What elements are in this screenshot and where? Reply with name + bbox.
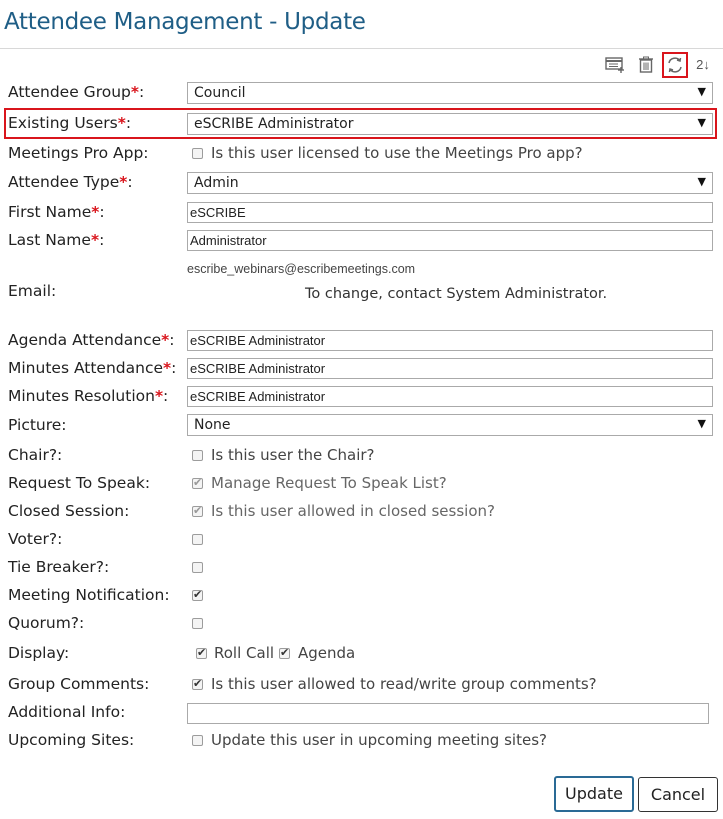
additional-info-input[interactable] bbox=[187, 703, 709, 724]
trash-icon[interactable] bbox=[635, 54, 657, 76]
quorum-checkbox[interactable] bbox=[192, 618, 203, 629]
dropdown-arrow-icon: ▼ bbox=[697, 85, 706, 98]
dropdown-arrow-icon: ▼ bbox=[697, 417, 706, 430]
last-name-input[interactable]: Administrator bbox=[187, 230, 713, 251]
meetings-pro-app-label: Meetings Pro App: bbox=[8, 144, 149, 162]
first-name-label: First Name*: bbox=[8, 203, 105, 221]
picture-select[interactable]: None ▼ bbox=[187, 414, 713, 436]
chair-label: Chair?: bbox=[8, 446, 63, 464]
upcoming-sites-label: Upcoming Sites: bbox=[8, 731, 135, 749]
email-label: Email: bbox=[8, 282, 57, 300]
closed-session-label: Closed Session: bbox=[8, 502, 130, 520]
meeting-notification-checkbox[interactable]: ✔ bbox=[192, 590, 203, 601]
quorum-label: Quorum?: bbox=[8, 614, 85, 632]
email-value: escribe_webinars@escribemeetings.com bbox=[187, 262, 416, 276]
agenda-checkbox[interactable]: ✔ bbox=[279, 648, 290, 659]
existing-users-select[interactable]: eSCRIBE Administrator ▼ bbox=[187, 113, 713, 135]
dropdown-arrow-icon: ▼ bbox=[697, 175, 706, 188]
attendee-type-select[interactable]: Admin ▼ bbox=[187, 172, 713, 194]
agenda-attendance-label: Agenda Attendance*: bbox=[8, 331, 175, 349]
minutes-attendance-label: Minutes Attendance*: bbox=[8, 359, 177, 377]
agenda-text: Agenda bbox=[298, 644, 356, 662]
request-to-speak-text: Manage Request To Speak List? bbox=[211, 474, 447, 492]
minutes-resolution-label: Minutes Resolution*: bbox=[8, 387, 169, 405]
upcoming-sites-checkbox[interactable] bbox=[192, 735, 203, 746]
chair-checkbox[interactable] bbox=[192, 450, 203, 461]
attendee-group-select[interactable]: Council ▼ bbox=[187, 82, 713, 104]
group-comments-text: Is this user allowed to read/write group… bbox=[211, 675, 597, 693]
add-list-icon[interactable] bbox=[604, 54, 626, 76]
agenda-attendance-input[interactable]: eSCRIBE Administrator bbox=[187, 330, 713, 351]
dropdown-arrow-icon: ▼ bbox=[697, 116, 706, 129]
request-to-speak-checkbox[interactable]: ✔ bbox=[192, 478, 203, 489]
sort-icon-text: 2↓ bbox=[696, 57, 710, 72]
tie-breaker-checkbox[interactable] bbox=[192, 562, 203, 573]
closed-session-text: Is this user allowed in closed session? bbox=[211, 502, 495, 520]
voter-checkbox[interactable] bbox=[192, 534, 203, 545]
cancel-button[interactable]: Cancel bbox=[638, 777, 718, 812]
refresh-icon[interactable] bbox=[662, 52, 688, 78]
meetings-pro-app-checkbox[interactable] bbox=[192, 148, 203, 159]
minutes-resolution-input[interactable]: eSCRIBE Administrator bbox=[187, 386, 713, 407]
update-button[interactable]: Update bbox=[554, 776, 634, 812]
attendee-type-label: Attendee Type*: bbox=[8, 173, 133, 191]
email-note: To change, contact System Administrator. bbox=[305, 286, 608, 302]
request-to-speak-label: Request To Speak: bbox=[8, 474, 151, 492]
sort-icon[interactable]: 2↓ bbox=[692, 54, 714, 76]
group-comments-label: Group Comments: bbox=[8, 675, 150, 693]
roll-call-text: Roll Call bbox=[214, 644, 275, 662]
title-divider bbox=[0, 48, 723, 49]
existing-users-label: Existing Users*: bbox=[8, 114, 132, 132]
roll-call-checkbox[interactable]: ✔ bbox=[196, 648, 207, 659]
voter-label: Voter?: bbox=[8, 530, 63, 548]
additional-info-label: Additional Info: bbox=[8, 703, 126, 721]
minutes-attendance-input[interactable]: eSCRIBE Administrator bbox=[187, 358, 713, 379]
tie-breaker-label: Tie Breaker?: bbox=[8, 558, 110, 576]
last-name-label: Last Name*: bbox=[8, 231, 105, 249]
chair-text: Is this user the Chair? bbox=[211, 446, 375, 464]
meetings-pro-app-text: Is this user licensed to use the Meeting… bbox=[211, 144, 583, 162]
attendee-group-label: Attendee Group*: bbox=[8, 83, 145, 101]
group-comments-checkbox[interactable]: ✔ bbox=[192, 679, 203, 690]
meeting-notification-label: Meeting Notification: bbox=[8, 586, 170, 604]
closed-session-checkbox[interactable]: ✔ bbox=[192, 506, 203, 517]
upcoming-sites-text: Update this user in upcoming meeting sit… bbox=[211, 731, 547, 749]
picture-label: Picture: bbox=[8, 416, 67, 434]
display-label: Display: bbox=[8, 644, 70, 662]
page-title: Attendee Management - Update bbox=[4, 9, 366, 35]
first-name-input[interactable]: eSCRIBE bbox=[187, 202, 713, 223]
